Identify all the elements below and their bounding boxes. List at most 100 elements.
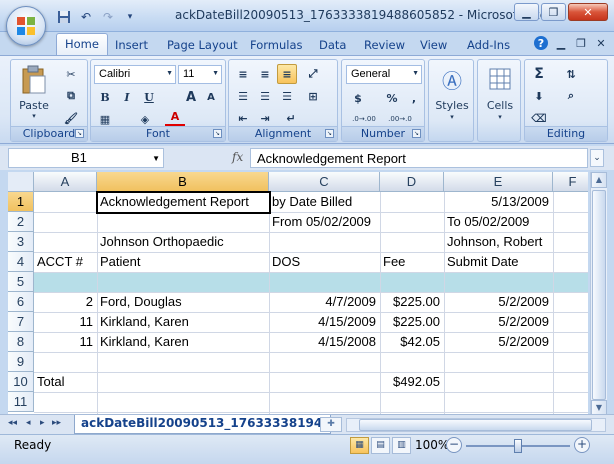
cell-e2[interactable]: To 05/02/2009 [445, 212, 553, 232]
alignment-launcher-icon[interactable]: ↘ [325, 129, 334, 138]
close-button[interactable]: ✕ [568, 3, 608, 21]
tab-home[interactable]: Home [56, 33, 108, 56]
orientation-icon[interactable]: ⤢ [303, 64, 323, 84]
last-sheet-icon[interactable]: ▸▸ [52, 418, 61, 428]
workbook-close-icon[interactable]: ✕ [594, 36, 608, 50]
autosum-button[interactable]: Σ [529, 64, 549, 84]
cell-b8[interactable]: Kirkland, Karen [98, 332, 268, 352]
cell-c4[interactable]: DOS [270, 252, 380, 272]
comma-button[interactable]: , [404, 88, 424, 108]
vertical-scroll-thumb[interactable] [592, 190, 606, 400]
zoom-slider-thumb[interactable] [514, 439, 522, 453]
name-box[interactable]: B1 ▼ [8, 148, 164, 168]
wrap-text-icon[interactable]: ↵ [281, 108, 301, 128]
tab-review[interactable]: Review [364, 35, 405, 55]
font-launcher-icon[interactable]: ↘ [213, 129, 222, 138]
font-name-combo[interactable]: Calibri ▼ [94, 65, 176, 84]
row-header-1[interactable]: 1 [8, 192, 34, 212]
formula-input[interactable]: Acknowledgement Report [250, 148, 588, 168]
number-launcher-icon[interactable]: ↘ [412, 129, 421, 138]
cell-e1[interactable]: 5/13/2009 [445, 192, 553, 212]
align-top-icon[interactable]: ≡ [233, 64, 253, 84]
cell-a7[interactable]: 11 [35, 312, 97, 332]
column-header-e[interactable]: E [444, 172, 553, 192]
find-select-icon[interactable]: ⌕ [561, 86, 581, 106]
save-icon[interactable] [55, 8, 73, 26]
insert-function-button[interactable]: fx [232, 150, 243, 164]
cell-c2[interactable]: From 05/02/2009 [270, 212, 380, 232]
merge-center-icon[interactable]: ⊞ [303, 86, 323, 106]
sheet-tab-active[interactable]: ackDateBill20090513_17633338194 [74, 415, 332, 434]
qat-customize-icon[interactable]: ▾ [121, 8, 139, 26]
vertical-scrollbar[interactable]: ▲ ▼ [590, 172, 607, 416]
cell-b3[interactable]: Johnson Orthopaedic [98, 232, 268, 252]
cell-c1[interactable]: by Date Billed [270, 192, 380, 212]
number-format-combo[interactable]: General ▼ [346, 65, 422, 84]
cell-d8[interactable]: $42.05 [381, 332, 444, 352]
cell-b6[interactable]: Ford, Douglas [98, 292, 268, 312]
align-center-icon[interactable]: ☰ [255, 86, 275, 106]
normal-view-icon[interactable]: ▦ [350, 437, 369, 454]
column-header-c[interactable]: C [269, 172, 380, 192]
fill-icon[interactable]: ⬇ [529, 86, 549, 106]
percent-button[interactable]: % [382, 88, 402, 108]
cell-e8[interactable]: 5/2/2009 [445, 332, 553, 352]
page-layout-view-icon[interactable]: ▤ [371, 437, 390, 454]
cell-c6[interactable]: 4/7/2009 [270, 292, 380, 312]
worksheet-grid[interactable]: A B C D E F 1 2 3 4 5 6 7 8 9 10 11 Ackn… [8, 172, 588, 414]
cell-e6[interactable]: 5/2/2009 [445, 292, 553, 312]
maximize-button[interactable]: ❐ [541, 3, 566, 21]
styles-group[interactable]: Ⓐ Styles ▾ [428, 59, 474, 142]
underline-button[interactable]: U [139, 87, 159, 107]
redo-icon[interactable]: ↷ [99, 8, 117, 26]
row-header-10[interactable]: 10 [8, 372, 34, 392]
horizontal-scrollbar[interactable] [346, 418, 606, 432]
align-bottom-icon[interactable]: ≡ [277, 64, 297, 84]
currency-button[interactable]: $ [348, 88, 368, 108]
row-header-4[interactable]: 4 [8, 252, 34, 272]
select-all-corner[interactable] [8, 172, 34, 192]
expand-formula-bar-icon[interactable]: ⌄ [590, 149, 604, 167]
zoom-level[interactable]: 100% [415, 438, 449, 452]
column-header-b[interactable]: B [97, 172, 269, 192]
decrease-indent-icon[interactable]: ⇤ [233, 108, 253, 128]
first-sheet-icon[interactable]: ◂◂ [8, 418, 17, 428]
zoom-out-button[interactable]: − [446, 437, 462, 453]
tab-view[interactable]: View [420, 35, 447, 55]
cell-d4[interactable]: Fee [381, 252, 444, 272]
align-left-icon[interactable]: ☰ [233, 86, 253, 106]
tab-formulas[interactable]: Formulas [250, 35, 303, 55]
column-header-d[interactable]: D [380, 172, 444, 192]
row-header-3[interactable]: 3 [8, 232, 34, 252]
row-header-11[interactable]: 11 [8, 392, 34, 412]
cell-d7[interactable]: $225.00 [381, 312, 444, 332]
increase-indent-icon[interactable]: ⇥ [255, 108, 275, 128]
workbook-minimize-icon[interactable]: ▁ [554, 36, 568, 50]
cell-d6[interactable]: $225.00 [381, 292, 444, 312]
clear-icon[interactable]: ⌫ [529, 108, 549, 128]
insert-sheet-icon[interactable]: ✚ [320, 417, 342, 432]
align-middle-icon[interactable]: ≡ [255, 64, 275, 84]
row-header-6[interactable]: 6 [8, 292, 34, 312]
italic-button[interactable]: I [117, 87, 137, 107]
cut-icon[interactable]: ✂ [61, 64, 81, 84]
align-right-icon[interactable]: ☰ [277, 86, 297, 106]
row-header-9[interactable]: 9 [8, 352, 34, 372]
horizontal-scroll-thumb[interactable] [359, 419, 592, 431]
zoom-slider[interactable] [466, 439, 570, 453]
row-header-7[interactable]: 7 [8, 312, 34, 332]
cell-c8[interactable]: 4/15/2008 [270, 332, 380, 352]
shrink-font-button[interactable]: A [201, 87, 221, 107]
clipboard-launcher-icon[interactable]: ↘ [75, 129, 84, 138]
tab-insert[interactable]: Insert [115, 35, 148, 55]
tab-data[interactable]: Data [319, 35, 346, 55]
column-header-f[interactable]: F [553, 172, 588, 192]
tab-page-layout[interactable]: Page Layout [167, 35, 238, 55]
cell-b4[interactable]: Patient [98, 252, 268, 272]
office-button[interactable] [6, 6, 46, 46]
scroll-up-icon[interactable]: ▲ [591, 172, 607, 188]
font-color-button[interactable]: A [165, 109, 185, 127]
workbook-restore-icon[interactable]: ❐ [574, 36, 588, 50]
cell-d10[interactable]: $492.05 [381, 372, 444, 392]
prev-sheet-icon[interactable]: ◂ [26, 418, 31, 428]
